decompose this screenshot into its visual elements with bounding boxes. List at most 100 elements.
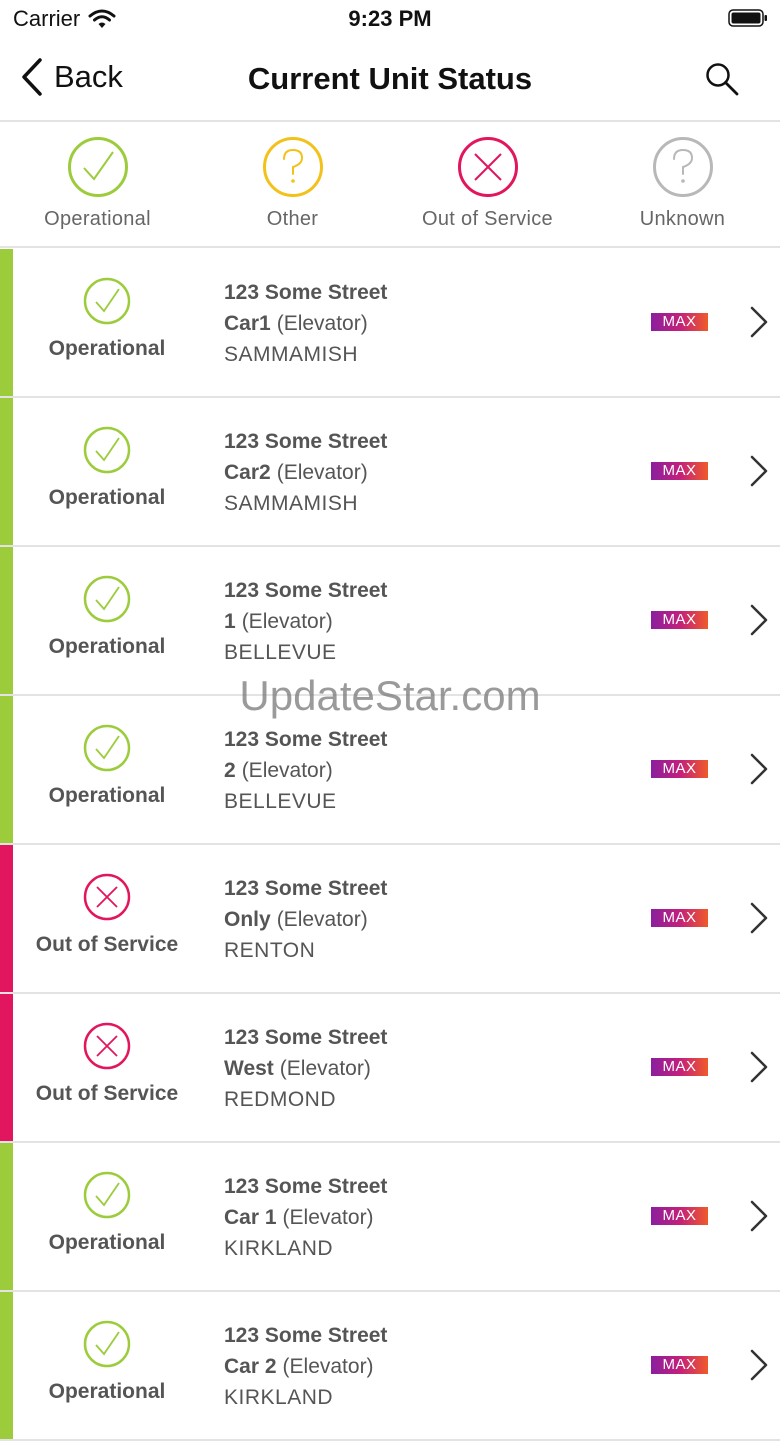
- unit-name: Only: [224, 908, 271, 931]
- unit-type: (Elevator): [241, 759, 333, 782]
- unit-row[interactable]: Out of Service 123 Some Street West (Elev…: [0, 994, 780, 1143]
- unit-city: RENTON: [224, 939, 316, 962]
- legend-out-of-service[interactable]: Out of Service: [390, 122, 585, 246]
- max-badge: MAX: [651, 760, 708, 778]
- legend-unknown[interactable]: Unknown: [585, 122, 780, 246]
- check-circle-icon: [67, 137, 128, 197]
- question-circle-icon: [262, 137, 323, 197]
- unit-name: Car1: [224, 312, 271, 335]
- legend-other[interactable]: Other: [195, 122, 390, 246]
- unit-row[interactable]: Operational 123 Some Street Car 1 (Elevat…: [0, 1143, 780, 1292]
- question-circle-icon: [652, 137, 713, 197]
- legend-label: Operational: [44, 208, 151, 230]
- status-label: Operational: [48, 337, 166, 360]
- navigation-bar: Back Current Unit Status: [0, 40, 780, 122]
- chevron-right-icon[interactable]: [748, 454, 770, 488]
- status-color-bar: [0, 547, 13, 694]
- back-label: Back: [54, 59, 123, 94]
- max-badge: MAX: [651, 1356, 708, 1374]
- unit-street: 123 Some Street: [224, 728, 388, 751]
- unit-street: 123 Some Street: [224, 1026, 388, 1049]
- unit-info: 123 Some Street West (Elevator) REDMOND: [224, 1022, 387, 1115]
- x-circle-icon: [83, 1022, 131, 1070]
- legend-label: Other: [266, 208, 319, 230]
- unit-name: 1: [224, 610, 236, 633]
- max-badge: MAX: [651, 462, 708, 480]
- unit-type: (Elevator): [282, 1206, 374, 1229]
- x-circle-icon: [457, 137, 518, 197]
- unit-street: 123 Some Street: [224, 579, 388, 602]
- x-circle-icon: [83, 873, 131, 921]
- check-circle-icon: [83, 1320, 131, 1368]
- chevron-right-icon[interactable]: [748, 901, 770, 935]
- unit-type: (Elevator): [241, 610, 333, 633]
- unit-type: (Elevator): [279, 1057, 371, 1080]
- search-icon[interactable]: [704, 61, 740, 97]
- status-color-bar: [0, 994, 13, 1141]
- status-color-bar: [0, 398, 13, 545]
- chevron-right-icon[interactable]: [748, 1348, 770, 1382]
- battery-icon: [728, 9, 767, 27]
- unit-status: Operational: [13, 547, 201, 694]
- unit-row[interactable]: Operational 123 Some Street Car1 (Elevato…: [0, 249, 780, 398]
- check-circle-icon: [83, 277, 131, 325]
- max-badge: MAX: [651, 1058, 708, 1076]
- unit-city: BELLEVUE: [224, 641, 337, 664]
- chevron-right-icon[interactable]: [748, 752, 770, 786]
- unit-info: 123 Some Street Car2 (Elevator) SAMMAMISH: [224, 426, 387, 519]
- chevron-right-icon[interactable]: [748, 305, 770, 339]
- status-legend: Operational Other Out of Service Unknown: [0, 122, 780, 248]
- chevron-right-icon[interactable]: [748, 603, 770, 637]
- status-label: Operational: [48, 1231, 166, 1254]
- max-badge: MAX: [651, 313, 708, 331]
- legend-label: Out of Service: [422, 208, 553, 230]
- status-label: Operational: [48, 1380, 166, 1403]
- unit-status: Operational: [13, 249, 201, 396]
- unit-type: (Elevator): [276, 312, 368, 335]
- unit-street: 123 Some Street: [224, 877, 388, 900]
- unit-city: KIRKLAND: [224, 1237, 334, 1260]
- status-color-bar: [0, 1292, 13, 1439]
- unit-city: BELLEVUE: [224, 790, 337, 813]
- unit-row[interactable]: Operational 123 Some Street Car 2 (Elevat…: [0, 1292, 780, 1441]
- status-bar: Carrier 9:23 PM: [0, 0, 780, 40]
- status-color-bar: [0, 249, 13, 396]
- status-label: Operational: [48, 486, 166, 509]
- unit-name: Car 2: [224, 1355, 277, 1378]
- status-color-bar: [0, 845, 13, 992]
- unit-status: Out of Service: [13, 994, 201, 1141]
- status-label: Out of Service: [35, 1082, 179, 1105]
- check-circle-icon: [83, 724, 131, 772]
- status-label: Operational: [48, 635, 166, 658]
- max-badge: MAX: [651, 1207, 708, 1225]
- unit-info: 123 Some Street Only (Elevator) RENTON: [224, 873, 387, 966]
- unit-status: Operational: [13, 398, 201, 545]
- legend-operational[interactable]: Operational: [0, 122, 195, 246]
- unit-street: 123 Some Street: [224, 281, 388, 304]
- max-badge: MAX: [651, 909, 708, 927]
- unit-street: 123 Some Street: [224, 430, 388, 453]
- unit-info: 123 Some Street Car1 (Elevator) SAMMAMISH: [224, 277, 387, 370]
- chevron-right-icon[interactable]: [748, 1050, 770, 1084]
- unit-city: REDMOND: [224, 1088, 336, 1111]
- unit-row[interactable]: Operational 123 Some Street 2 (Elevator) …: [0, 696, 780, 845]
- chevron-right-icon[interactable]: [748, 1199, 770, 1233]
- back-button[interactable]: Back: [20, 58, 123, 96]
- status-color-bar: [0, 1143, 13, 1290]
- unit-row[interactable]: Out of Service 123 Some Street Only (Elev…: [0, 845, 780, 994]
- unit-name: Car 1: [224, 1206, 277, 1229]
- unit-row[interactable]: Operational 123 Some Street 1 (Elevator) …: [0, 547, 780, 696]
- unit-status: Operational: [13, 1143, 201, 1290]
- unit-info: 123 Some Street Car 1 (Elevator) KIRKLAND: [224, 1171, 387, 1264]
- unit-type: (Elevator): [282, 1355, 374, 1378]
- unit-list: Operational 123 Some Street Car1 (Elevato…: [0, 249, 780, 1441]
- unit-street: 123 Some Street: [224, 1175, 388, 1198]
- unit-status: Out of Service: [13, 845, 201, 992]
- check-circle-icon: [83, 426, 131, 474]
- unit-row[interactable]: Operational 123 Some Street Car2 (Elevato…: [0, 398, 780, 547]
- unit-city: SAMMAMISH: [224, 492, 359, 515]
- clock: 9:23 PM: [348, 6, 432, 31]
- chevron-left-icon: [22, 58, 42, 96]
- check-circle-icon: [83, 1171, 131, 1219]
- unit-status: Operational: [13, 696, 201, 843]
